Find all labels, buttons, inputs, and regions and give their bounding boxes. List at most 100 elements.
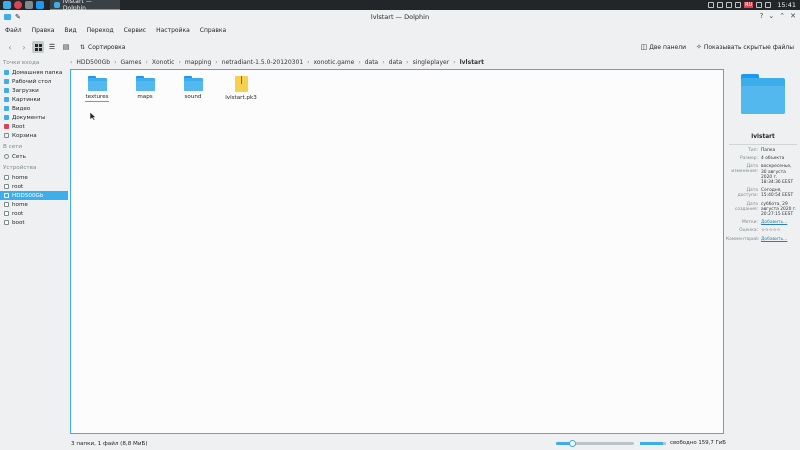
- devices-section-title[interactable]: Устройства: [3, 164, 68, 172]
- sidebar-item-home[interactable]: Домашняя папка: [0, 68, 68, 77]
- breadcrumb-current[interactable]: lvlstart: [460, 59, 484, 66]
- free-space-bar[interactable]: [640, 442, 666, 445]
- sidebar-item-label: Домашняя папка: [12, 69, 63, 76]
- desktop-icon: [4, 79, 9, 84]
- sidebar-item-videos[interactable]: Видео: [0, 104, 68, 113]
- rating-stars[interactable]: ☆☆☆☆☆: [761, 228, 797, 233]
- file-item-archive[interactable]: lvlstart.pk3: [221, 76, 261, 101]
- terminal-icon[interactable]: [25, 1, 33, 9]
- drive-icon: [4, 220, 9, 225]
- system-tray: RU 15:41: [708, 1, 800, 9]
- menu-go[interactable]: Переход: [87, 27, 114, 34]
- info-key: Тип:: [748, 148, 758, 153]
- menu-file[interactable]: Файл: [5, 27, 22, 34]
- close-icon[interactable]: ✕: [790, 12, 796, 20]
- help-icon[interactable]: ?: [760, 12, 764, 20]
- chevron-right-icon: ›: [22, 42, 26, 52]
- info-value: воскресенье, 30 августа 2020 г. 18:34:36…: [761, 164, 794, 186]
- breadcrumb-item[interactable]: HDD500Gb: [76, 59, 110, 66]
- menu-edit[interactable]: Правка: [32, 27, 55, 34]
- info-key: Дата изменения:: [731, 164, 758, 175]
- file-item-folder[interactable]: textures: [77, 76, 117, 102]
- breadcrumb-item[interactable]: netradiant-1.5.0-20120301: [222, 59, 303, 66]
- sidebar-item-desktop[interactable]: Рабочий стол: [0, 77, 68, 86]
- sidebar-item-label: root: [12, 210, 24, 217]
- sidebar-item-label: Корзина: [12, 132, 37, 139]
- taskbar-task-dolphin[interactable]: lvlstart — Dolphin: [50, 0, 120, 12]
- menu-settings[interactable]: Настройка: [156, 27, 190, 34]
- breadcrumb-item[interactable]: data: [389, 59, 403, 66]
- breadcrumb-item[interactable]: Xonotic: [152, 59, 175, 66]
- add-comment-link[interactable]: Добавить...: [761, 237, 797, 242]
- breadcrumb-root-chevron-icon[interactable]: ›: [70, 59, 72, 66]
- network-section-title[interactable]: В сети: [3, 143, 68, 151]
- maximize-icon[interactable]: ⌃: [779, 12, 785, 20]
- sidebar-item-network[interactable]: Сеть: [0, 152, 68, 161]
- menu-help[interactable]: Справка: [200, 27, 226, 34]
- sidebar-item-device[interactable]: root: [0, 182, 68, 191]
- chevron-right-icon[interactable]: ›: [215, 59, 217, 66]
- zoom-slider[interactable]: [556, 440, 634, 447]
- keyboard-layout-indicator[interactable]: RU: [744, 2, 754, 8]
- add-tags-link[interactable]: Добавить...: [761, 220, 797, 225]
- browser-icon[interactable]: [14, 1, 22, 9]
- forward-button[interactable]: ›: [18, 41, 30, 53]
- menu-view[interactable]: Вид: [64, 27, 76, 34]
- app-launcher-icon[interactable]: [3, 1, 11, 9]
- clipboard-icon[interactable]: [708, 2, 715, 8]
- places-section-title[interactable]: Точки входа: [3, 59, 68, 67]
- file-item-folder[interactable]: maps: [125, 76, 165, 100]
- zoom-slider-handle[interactable]: [568, 440, 576, 447]
- sidebar-item-documents[interactable]: Документы: [0, 113, 68, 122]
- sidebar-item-device[interactable]: root: [0, 209, 68, 218]
- file-name: sound: [184, 94, 202, 100]
- chevron-right-icon[interactable]: ›: [406, 59, 408, 66]
- clock[interactable]: 15:41: [777, 1, 796, 9]
- chevron-right-icon[interactable]: ›: [453, 59, 455, 66]
- chevron-right-icon[interactable]: ›: [358, 59, 360, 66]
- sidebar-item-root[interactable]: Root: [0, 122, 68, 131]
- info-row: Оценка: ☆☆☆☆☆: [726, 228, 800, 233]
- sidebar-item-device-selected[interactable]: HDD500Gb: [0, 191, 68, 200]
- chevron-right-icon[interactable]: ›: [178, 59, 180, 66]
- sidebar-item-device[interactable]: boot: [0, 218, 68, 227]
- folder-icon: [54, 1, 60, 8]
- notifications-icon[interactable]: [735, 2, 742, 8]
- back-button[interactable]: ‹: [4, 41, 16, 53]
- breadcrumb-item[interactable]: singleplayer: [413, 59, 450, 66]
- sidebar-item-device[interactable]: home: [0, 173, 68, 182]
- network-icon[interactable]: [717, 2, 724, 8]
- info-value: Сегодня, 15:40:54 EEST: [761, 188, 794, 199]
- menu-tools[interactable]: Сервис: [124, 27, 146, 34]
- volume-icon[interactable]: [726, 2, 733, 8]
- downloads-icon: [4, 88, 9, 93]
- icons-view-button[interactable]: [32, 41, 44, 53]
- files-icon[interactable]: [36, 1, 44, 9]
- breadcrumb-item[interactable]: mapping: [185, 59, 211, 66]
- battery-icon[interactable]: [756, 2, 763, 8]
- details-view-button[interactable]: ▤: [60, 41, 72, 53]
- file-item-folder[interactable]: sound: [173, 76, 213, 100]
- show-hidden-button[interactable]: ✧ Показывать скрытые файлы: [696, 43, 794, 51]
- chevron-right-icon[interactable]: ›: [382, 59, 384, 66]
- sidebar-item-pictures[interactable]: Картинки: [0, 95, 68, 104]
- sidebar-item-label: Видео: [12, 105, 31, 112]
- sidebar-item-trash[interactable]: Корзина: [0, 131, 68, 140]
- minimize-icon[interactable]: ⌄: [768, 12, 774, 20]
- sidebar-item-label: Загрузки: [12, 87, 39, 94]
- breadcrumb-item[interactable]: Games: [120, 59, 141, 66]
- chevron-right-icon[interactable]: ›: [307, 59, 309, 66]
- root-folder-icon: [4, 124, 9, 129]
- split-view-button[interactable]: ◫ Две панели: [641, 43, 686, 51]
- compact-view-button[interactable]: ☰: [46, 41, 58, 53]
- chevron-right-icon[interactable]: ›: [145, 59, 147, 66]
- breadcrumb-item[interactable]: xonotic.game: [314, 59, 355, 66]
- sidebar-item-downloads[interactable]: Загрузки: [0, 86, 68, 95]
- sidebar-item-device[interactable]: home: [0, 200, 68, 209]
- chevron-right-icon[interactable]: ›: [114, 59, 116, 66]
- breadcrumb-item[interactable]: data: [365, 59, 379, 66]
- sort-button[interactable]: ⇅ Сортировка: [80, 44, 125, 51]
- file-view[interactable]: textures maps sound lvlstart.pk3: [70, 69, 724, 434]
- updates-icon[interactable]: [765, 2, 772, 8]
- window-titlebar[interactable]: ✎ lvlstart — Dolphin ? ⌄ ⌃ ✕: [0, 10, 800, 24]
